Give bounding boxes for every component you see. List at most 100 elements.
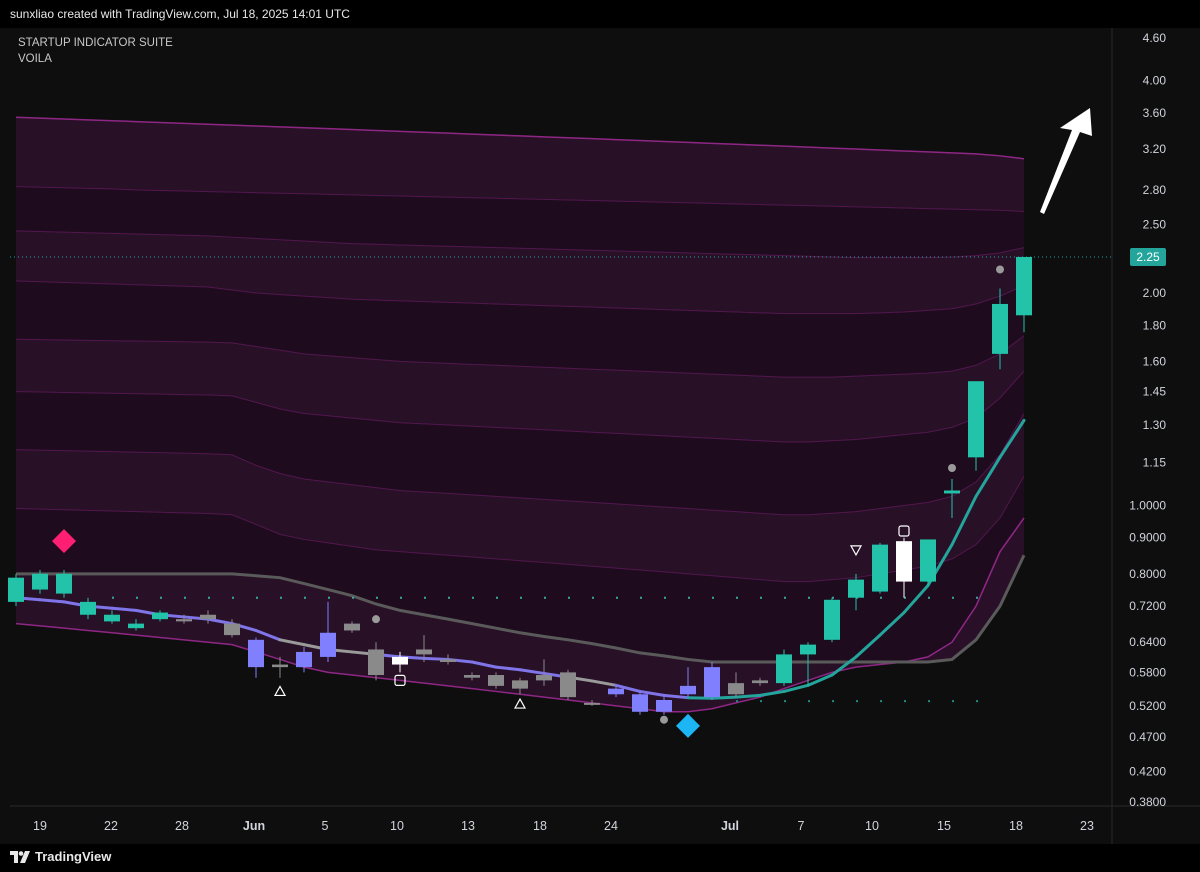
candle-body [272, 664, 288, 668]
candle-body [56, 573, 72, 594]
footer: TradingView [0, 844, 1200, 872]
candle-body [704, 667, 720, 698]
up-arrow-annotation [1040, 108, 1092, 214]
y-tick-label: 4.00 [1143, 74, 1167, 88]
y-tick-label: 0.9000 [1129, 531, 1166, 545]
candle-body [608, 688, 624, 695]
candle-body [368, 649, 384, 676]
candle-body [632, 694, 648, 712]
candle-body [200, 614, 216, 620]
candle-body [152, 612, 168, 620]
y-tick-label: 0.5800 [1129, 665, 1166, 679]
dot-marker [996, 265, 1004, 274]
candle-body [800, 644, 816, 655]
indicator-subtitle: VOILA [18, 53, 52, 65]
candle-body [920, 539, 936, 582]
candle-body [584, 702, 600, 705]
ema-segment [686, 696, 714, 700]
tradingview-brand-text: TradingView [35, 849, 112, 864]
candle-body [824, 599, 840, 640]
triangle-up-marker [273, 685, 287, 697]
x-tick-label: 5 [322, 819, 329, 833]
y-tick-label: 0.7200 [1129, 599, 1166, 613]
dot-marker [372, 615, 380, 624]
candle-body [512, 680, 528, 689]
y-tick-label: 0.5200 [1129, 699, 1166, 713]
x-tick-label: Jul [721, 819, 739, 833]
candle-body [560, 672, 576, 698]
x-tick-label: 15 [937, 819, 951, 833]
candle-body [896, 541, 912, 582]
candle-body [680, 685, 696, 695]
y-tick-label: 0.8000 [1129, 567, 1166, 581]
candle-body [80, 601, 96, 615]
ema-segment [110, 606, 138, 612]
y-tick-label: 1.0000 [1129, 498, 1166, 512]
x-tick-label: 19 [33, 819, 47, 833]
dot-marker [660, 715, 668, 724]
x-tick-label: 23 [1080, 819, 1094, 833]
last-price-label: 2.25 [1136, 250, 1160, 264]
candle-body [440, 659, 456, 662]
y-tick-label: 1.80 [1143, 318, 1167, 332]
triangle-up-marker [513, 697, 527, 709]
y-tick-label: 0.4200 [1129, 764, 1166, 778]
y-tick-label: 1.30 [1143, 418, 1167, 432]
candle-body [488, 675, 504, 686]
y-tick-label: 1.15 [1143, 456, 1167, 470]
chart-area[interactable]: 4.60 4.00 3.60 3.20 2.80 2.50 2.00 1.80 1.60 1.45… [0, 28, 1200, 844]
x-tick-label: 10 [390, 819, 404, 833]
candle-body [320, 632, 336, 657]
candle-body [8, 577, 24, 602]
y-tick-label: 2.50 [1143, 218, 1167, 232]
candle-body [224, 623, 240, 636]
y-tick-label: 0.6400 [1129, 635, 1166, 649]
y-tick-label: 0.4700 [1129, 730, 1166, 744]
x-tick-label: 22 [104, 819, 118, 833]
candle-body [104, 614, 120, 622]
candle-body [944, 490, 960, 494]
candle-body [416, 649, 432, 655]
y-tick-label: 2.80 [1143, 183, 1167, 197]
y-tick-label: 0.3800 [1129, 795, 1166, 809]
indicator-legend[interactable]: STARTUP INDICATOR SUITE VOILA [18, 35, 173, 67]
x-tick-label: 18 [533, 819, 547, 833]
attribution-text: sunxliao created with TradingView.com, J… [10, 7, 350, 21]
x-tick-label: 10 [865, 819, 879, 833]
x-tick-label: 7 [798, 819, 805, 833]
candle-body [776, 654, 792, 684]
dot-marker [948, 464, 956, 473]
ema-segment [710, 695, 738, 700]
x-tick-label: Jun [243, 819, 265, 833]
candle-body [392, 656, 408, 665]
candle-body [992, 303, 1008, 354]
ema-segment [734, 693, 762, 699]
y-tick-label: 3.60 [1143, 106, 1167, 120]
candle-body [248, 639, 264, 668]
candle-body [656, 699, 672, 712]
x-tick-label: 28 [175, 819, 189, 833]
signal-diamond-marker [676, 713, 700, 738]
tradingview-logo[interactable]: TradingView [10, 849, 111, 864]
candle-body [464, 675, 480, 678]
y-tick-label: 2.00 [1143, 286, 1167, 300]
y-tick-label: 1.60 [1143, 354, 1167, 368]
y-tick-label: 3.20 [1143, 142, 1167, 156]
candle-body [1016, 256, 1032, 316]
candle-body [128, 623, 144, 629]
candle-body [848, 579, 864, 598]
y-tick-label: 1.45 [1143, 385, 1167, 399]
candle-body [752, 680, 768, 684]
y-tick-label: 4.60 [1143, 31, 1167, 45]
candle-body [344, 623, 360, 631]
x-tick-label: 18 [1009, 819, 1023, 833]
candle-body [176, 619, 192, 622]
candle-body [968, 381, 984, 458]
candle-body [536, 675, 552, 681]
tradingview-logo-icon [10, 850, 30, 863]
indicator-name: STARTUP INDICATOR SUITE [18, 37, 173, 49]
price-chart[interactable]: 4.60 4.00 3.60 3.20 2.80 2.50 2.00 1.80 1.60 1.45… [0, 28, 1200, 844]
candle-body [32, 573, 48, 590]
ema-segment [38, 598, 66, 604]
candle-body [872, 544, 888, 592]
